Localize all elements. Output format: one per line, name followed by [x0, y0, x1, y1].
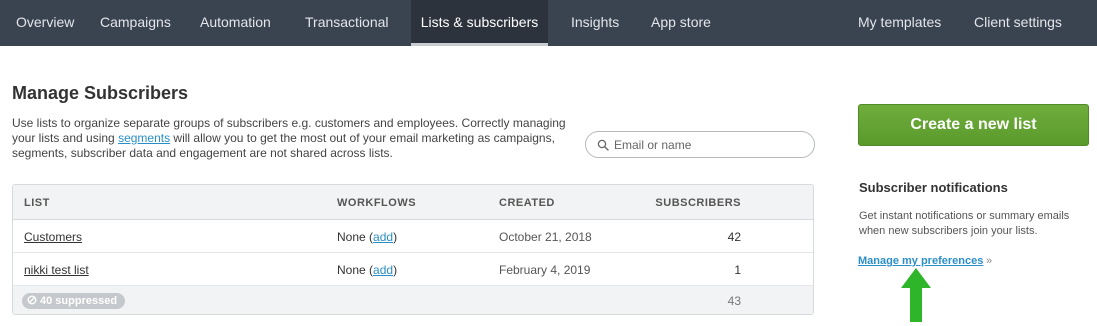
subscriber-count: 42	[727, 230, 741, 244]
table-row: Customers None (add) October 21, 2018 42	[13, 221, 813, 253]
column-header-workflows[interactable]: WORKFLOWS	[337, 197, 416, 209]
add-workflow-link[interactable]: add	[373, 263, 393, 277]
created-date: October 21, 2018	[499, 230, 592, 244]
nav-overview[interactable]: Overview	[0, 0, 90, 46]
intro-text: Use lists to organize separate groups of…	[12, 116, 584, 161]
suppressed-label: 40 suppressed	[40, 295, 118, 307]
total-subscribers: 43	[727, 294, 741, 308]
nav-transactional[interactable]: Transactional	[289, 0, 405, 46]
create-new-list-button[interactable]: Create a new list	[858, 104, 1089, 146]
list-name-link[interactable]: Customers	[24, 230, 82, 244]
chevron-right-icon: »	[986, 255, 993, 267]
nav-insights[interactable]: Insights	[555, 0, 635, 46]
search-input[interactable]	[614, 132, 809, 157]
nav-automation[interactable]: Automation	[184, 0, 287, 46]
workflows-value: None	[337, 263, 366, 277]
table-row: nikki test list None (add) February 4, 2…	[13, 254, 813, 286]
search-box[interactable]	[585, 131, 815, 158]
nav-lists-subscribers[interactable]: Lists & subscribers	[411, 0, 548, 46]
suppressed-badge[interactable]: 40 suppressed	[22, 293, 126, 309]
segments-link[interactable]: segments	[118, 131, 170, 145]
column-header-created[interactable]: CREATED	[499, 197, 555, 209]
subscriber-notifications-description: Get instant notifications or summary ema…	[859, 210, 1070, 237]
subscriber-notifications-title: Subscriber notifications	[859, 180, 1008, 195]
nav-app-store[interactable]: App store	[635, 0, 727, 46]
nav-my-templates[interactable]: My templates	[842, 0, 957, 46]
workflows-value: None	[337, 230, 366, 244]
workflows-cell: None (add)	[337, 263, 398, 277]
prohibited-icon	[27, 295, 37, 305]
up-arrow-icon	[901, 268, 931, 322]
column-header-subscribers[interactable]: SUBSCRIBERS	[655, 197, 741, 209]
table-footer: 40 suppressed 43	[13, 286, 813, 314]
lists-table: LIST WORKFLOWS CREATED SUBSCRIBERS Custo…	[12, 184, 814, 315]
search-icon	[597, 139, 609, 151]
subscriber-count: 1	[734, 263, 741, 277]
workflows-cell: None (add)	[337, 230, 398, 244]
top-navigation: Overview Campaigns Automation Transactio…	[0, 0, 1097, 46]
page-title: Manage Subscribers	[12, 83, 189, 103]
nav-client-settings[interactable]: Client settings	[958, 0, 1078, 46]
add-workflow-link[interactable]: add	[373, 230, 393, 244]
nav-campaigns[interactable]: Campaigns	[84, 0, 187, 46]
table-header: LIST WORKFLOWS CREATED SUBSCRIBERS	[13, 185, 813, 220]
list-name-link[interactable]: nikki test list	[24, 263, 89, 277]
created-date: February 4, 2019	[499, 263, 591, 277]
column-header-list[interactable]: LIST	[24, 197, 50, 209]
